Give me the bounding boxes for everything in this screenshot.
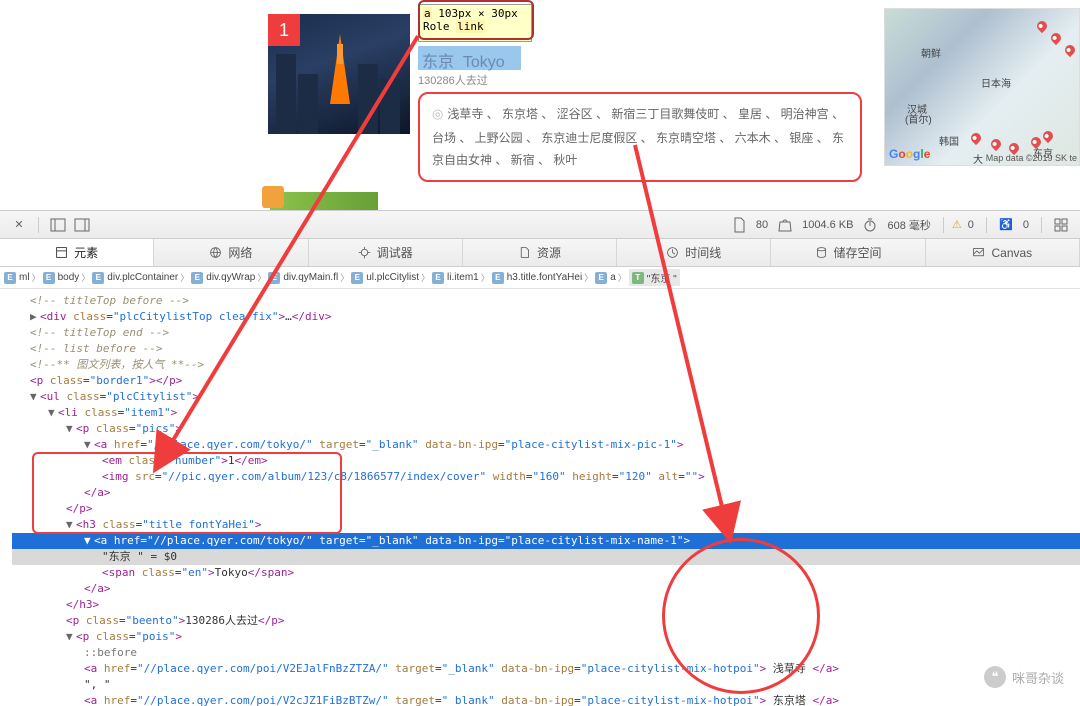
dom-node[interactable]: ▼<ul class="plcCitylist"> bbox=[12, 389, 1080, 405]
dom-node[interactable]: <a href="//place.qyer.com/poi/V2EJalFnBz… bbox=[12, 661, 1080, 677]
visitor-count: 130286人去过 bbox=[418, 72, 488, 88]
dom-node[interactable]: </a> bbox=[12, 581, 1080, 597]
dom-breadcrumb[interactable]: EmlEbodyEdiv.plcContainerEdiv.qyWrapEdiv… bbox=[0, 267, 1080, 289]
dom-node[interactable]: ▼<p class="pois"> bbox=[12, 629, 1080, 645]
dom-node[interactable]: <p class="beento">130286人去过</p> bbox=[12, 613, 1080, 629]
weight-icon bbox=[777, 217, 793, 233]
dom-node[interactable]: <a href="//place.qyer.com/poi/V2cJZ1FiBz… bbox=[12, 693, 1080, 706]
devtools-panel: ✕ 80 1004.6 KB 608 毫秒 ⚠0 ♿0 元素网络调试器资源时间线… bbox=[0, 210, 1080, 706]
dashboard-icon[interactable] bbox=[1053, 217, 1069, 233]
dom-node[interactable]: <span class="en">Tokyo</span> bbox=[12, 565, 1080, 581]
dom-node[interactable]: </p> bbox=[12, 501, 1080, 517]
poi-list-box[interactable]: ◎浅草寺 、 东京塔 、 涩谷区 、 新宿三丁目歌舞伎町 、 皇居 、 明治神宫… bbox=[418, 92, 862, 182]
dom-node[interactable]: <!-- titleTop before --> bbox=[12, 293, 1080, 309]
map-attribution: Map data ©2019 SK te bbox=[986, 153, 1077, 163]
google-logo: Google bbox=[889, 147, 930, 161]
dom-node[interactable]: <img src="//pic.qyer.com/album/123/c8/18… bbox=[12, 469, 1080, 485]
dom-node[interactable]: ▶<div class="plcCitylistTop clearfix">…<… bbox=[12, 309, 1080, 325]
pin-icon: ◎ bbox=[432, 106, 443, 121]
wechat-icon: ❝ bbox=[984, 666, 1006, 688]
dom-node[interactable]: ::before bbox=[12, 645, 1080, 661]
dom-node[interactable]: <!-- titleTop end --> bbox=[12, 325, 1080, 341]
tab-network[interactable]: 网络 bbox=[154, 239, 308, 266]
city-title-link[interactable]: 东京 Tokyo bbox=[418, 46, 521, 70]
warning-icon[interactable]: ⚠ bbox=[952, 218, 962, 231]
dom-tree[interactable]: <!-- titleTop before -->▶<div class="plc… bbox=[0, 289, 1080, 706]
sidebar-left-icon[interactable] bbox=[50, 217, 66, 233]
rank-badge: 1 bbox=[268, 14, 300, 46]
dom-node[interactable]: <!--** 图文列表，按人气 **--> bbox=[12, 357, 1080, 373]
transfer-size: 1004.6 KB bbox=[802, 219, 853, 231]
tab-canvas[interactable]: Canvas bbox=[926, 239, 1080, 266]
dom-node[interactable]: "东京 " = $0 bbox=[12, 549, 1080, 565]
document-icon bbox=[731, 217, 747, 233]
dom-node[interactable]: ", " bbox=[12, 677, 1080, 693]
tab-time[interactable]: 时间线 bbox=[617, 239, 771, 266]
dom-node[interactable]: ▼<h3 class="title fontYaHei"> bbox=[12, 517, 1080, 533]
dom-node[interactable]: ▼<p class="pics"> bbox=[12, 421, 1080, 437]
dom-node[interactable]: </a> bbox=[12, 485, 1080, 501]
dom-node[interactable]: <em class="number">1</em> bbox=[12, 453, 1080, 469]
webpage-preview: 1 a 103px × 30px Role link 东京 Tokyo 1302… bbox=[0, 0, 1080, 210]
doc-count: 80 bbox=[756, 219, 768, 231]
stopwatch-icon bbox=[862, 217, 878, 233]
devtools-toolbar: ✕ 80 1004.6 KB 608 毫秒 ⚠0 ♿0 bbox=[0, 211, 1080, 239]
map-thumbnail[interactable]: 朝鲜日本海汉城(首尔)韩国大东京 Google Map data ©2019 S… bbox=[884, 8, 1080, 166]
sidebar-right-icon[interactable] bbox=[74, 217, 90, 233]
tab-storage[interactable]: 储存空间 bbox=[771, 239, 925, 266]
tab-elements[interactable]: 元素 bbox=[0, 239, 154, 266]
inspect-tooltip: a 103px × 30px Role link bbox=[418, 4, 532, 42]
dom-node[interactable]: ▼<a href="//place.qyer.com/tokyo/" targe… bbox=[12, 533, 1080, 549]
a11y-icon[interactable]: ♿ bbox=[998, 217, 1014, 233]
next-item-thumb bbox=[270, 192, 378, 210]
load-time: 608 毫秒 bbox=[887, 217, 930, 233]
dom-node[interactable]: </h3> bbox=[12, 597, 1080, 613]
dom-node[interactable]: <p class="border1"></p> bbox=[12, 373, 1080, 389]
devtools-tabbar: 元素网络调试器资源时间线储存空间Canvas bbox=[0, 239, 1080, 267]
watermark: ❝ 咪哥杂谈 bbox=[984, 666, 1064, 688]
dom-node[interactable]: <!-- list before --> bbox=[12, 341, 1080, 357]
close-icon[interactable]: ✕ bbox=[11, 217, 27, 233]
tab-debug[interactable]: 调试器 bbox=[309, 239, 463, 266]
tab-resources[interactable]: 资源 bbox=[463, 239, 617, 266]
dom-node[interactable]: ▼<a href="//place.qyer.com/tokyo/" targe… bbox=[12, 437, 1080, 453]
dom-node[interactable]: ▼<li class="item1"> bbox=[12, 405, 1080, 421]
